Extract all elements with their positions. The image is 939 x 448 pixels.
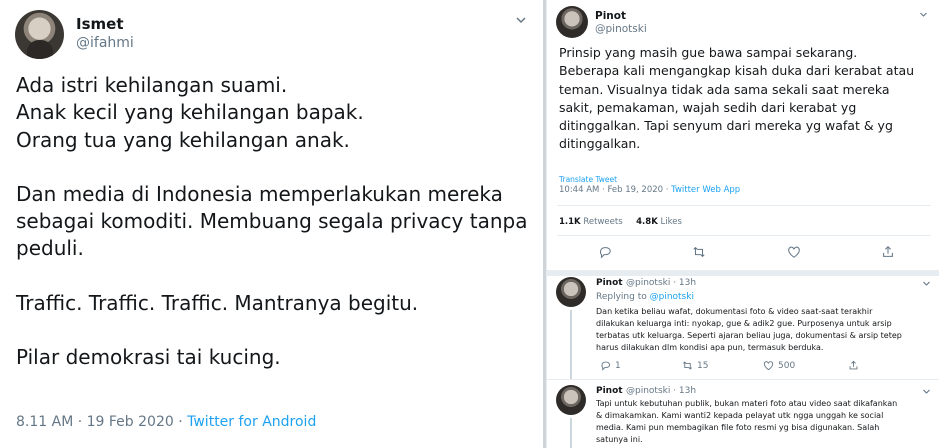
tweet-line: ditinggalkan. Tapi senyum dari mereka yg… xyxy=(559,118,893,134)
reply-text: Tapi untuk kebutuhan publik, bukan mater… xyxy=(596,398,897,446)
author-handle[interactable]: @pinotski · 13h xyxy=(626,386,696,396)
retweet-icon xyxy=(683,361,692,370)
author-name[interactable]: Pinot xyxy=(595,10,626,22)
like-icon xyxy=(763,361,774,371)
reply-line: dilakukan keluarga inti: nyokap, gue & a… xyxy=(596,319,892,329)
avatar[interactable] xyxy=(15,10,64,59)
author-handle[interactable]: @pinotski · 13h xyxy=(626,278,696,288)
reply-button[interactable]: 1 xyxy=(600,360,621,371)
reply-icon xyxy=(601,361,610,371)
tweet-text: Prinsip yang masih gue bawa sampai sekar… xyxy=(559,44,937,154)
tweet-line: Orang tua yang kehilangan anak. xyxy=(16,127,350,152)
chevron-down-icon[interactable] xyxy=(922,387,931,396)
translate-link[interactable]: Translate Tweet xyxy=(559,175,617,184)
replying-label: Replying to xyxy=(596,292,650,302)
like-button[interactable]: 500 xyxy=(763,360,795,371)
tweet-line: Pilar demokrasi tai kucing. xyxy=(16,345,281,370)
retweets-label[interactable]: Retweets xyxy=(581,217,622,227)
tweet-line: peduli. xyxy=(16,236,84,261)
tweet-line: Anak kecil yang kehilangan bapak. xyxy=(16,100,364,125)
tweet-line: Dan media di Indonesia memperlakukan mer… xyxy=(16,181,503,206)
reply-line: Dan ketika beliau wafat, dokumentasi fot… xyxy=(596,307,873,316)
reply-icon[interactable] xyxy=(598,245,612,259)
tweet-stats: 1.1K Retweets 4.8K Likes xyxy=(559,217,682,227)
chevron-down-icon[interactable] xyxy=(515,14,527,26)
timestamp[interactable]: 10:44 AM · Feb 19, 2020 · xyxy=(559,185,671,195)
replying-to: Replying to @pinotski xyxy=(596,292,694,302)
replying-link[interactable]: @pinotski xyxy=(650,292,694,302)
section-separator xyxy=(547,270,939,276)
reply-line: Tapi untuk kebutuhan publik, bukan mater… xyxy=(596,399,898,408)
divider xyxy=(557,235,931,236)
tweet-line: sebagai komoditi. Membuang segala privac… xyxy=(16,209,528,234)
divider xyxy=(547,379,939,380)
avatar[interactable] xyxy=(556,277,586,307)
retweets-count[interactable]: 1.1K xyxy=(559,217,581,227)
likes-label[interactable]: Likes xyxy=(658,217,681,227)
tweet-line: ditinggalkan. xyxy=(559,136,641,152)
thread-line xyxy=(570,418,572,448)
tweet-text: Ada istri kehilangan suami. Anak kecil y… xyxy=(16,72,536,371)
reply-line: harus dilakukan dlm kondisi apa pun, ter… xyxy=(596,343,824,353)
tweet-actions xyxy=(547,245,939,261)
author-name[interactable]: Ismet xyxy=(76,15,123,33)
tweet-line: Traffic. Traffic. Traffic. Mantranya beg… xyxy=(16,290,419,315)
like-icon[interactable] xyxy=(787,245,801,259)
share-button[interactable] xyxy=(848,360,859,371)
author-handle[interactable]: @ifahmi xyxy=(76,35,134,51)
divider xyxy=(557,205,931,206)
source-link[interactable]: Twitter Web App xyxy=(671,185,740,195)
like-count: 500 xyxy=(778,360,796,371)
likes-count[interactable]: 4.8K xyxy=(636,217,658,227)
avatar[interactable] xyxy=(556,385,586,415)
share-icon[interactable] xyxy=(881,245,895,259)
reply-line: media. Kami pun membagikan file foto res… xyxy=(596,423,880,433)
retweet-count: 15 xyxy=(697,360,709,371)
tweet-line: sakit, pemakaman, wajah sedih dari kerab… xyxy=(559,99,857,115)
reply-count: 1 xyxy=(615,360,621,371)
source-link[interactable]: Twitter for Android xyxy=(187,414,316,430)
tweet-meta: 10:44 AM · Feb 19, 2020 · Twitter Web Ap… xyxy=(559,185,740,195)
right-tweet-screenshot: Pinot @pinotski Prinsip yang masih gue b… xyxy=(546,0,939,448)
left-tweet-screenshot: Ismet @ifahmi Ada istri kehilangan suami… xyxy=(0,0,543,448)
reply-line: terbatas utk keluarga. Seperti ajaran be… xyxy=(596,331,902,341)
chevron-down-icon[interactable] xyxy=(922,279,931,288)
author-name[interactable]: Pinot xyxy=(596,278,623,288)
tweet-line: teman. Visualnya tidak ada sama sekali s… xyxy=(559,81,890,97)
tweet-line: Ada istri kehilangan suami. xyxy=(16,73,288,97)
reply-actions: 1 15 500 xyxy=(547,360,939,372)
retweet-button[interactable]: 15 xyxy=(682,360,708,371)
avatar[interactable] xyxy=(556,6,588,38)
tweet-line: Beberapa kali mengangkap kisah duka dari… xyxy=(559,63,915,79)
share-icon xyxy=(849,360,858,370)
reply-text: Dan ketika beliau wafat, dokumentasi fot… xyxy=(596,306,902,354)
author-name[interactable]: Pinot xyxy=(596,386,623,396)
timestamp[interactable]: 8.11 AM · 19 Feb 2020 · xyxy=(16,414,187,430)
tweet-line: Prinsip yang masih gue bawa sampai sekar… xyxy=(559,45,858,60)
reply-line: satunya ini. xyxy=(596,435,643,445)
retweet-icon[interactable] xyxy=(692,245,706,259)
reply-line: & dimakamkan. Kami wanti2 kepada pelayat… xyxy=(596,411,884,421)
tweet-meta: 8.11 AM · 19 Feb 2020 · Twitter for Andr… xyxy=(16,414,316,430)
author-handle[interactable]: @pinotski xyxy=(595,23,647,35)
chevron-down-icon[interactable] xyxy=(919,10,928,19)
